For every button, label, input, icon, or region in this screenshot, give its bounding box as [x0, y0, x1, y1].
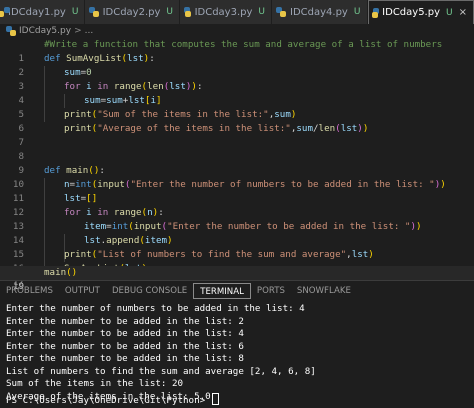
tab-ports[interactable]: PORTS [251, 283, 291, 299]
tab-idcday4[interactable]: IDCday4.py U [272, 0, 368, 24]
code-line: 3 sum=0 [0, 66, 474, 92]
editor-tab-bar: IDCday1.py U IDCday2.py U IDCday3.py U I… [0, 0, 474, 24]
untracked-badge: U [166, 7, 173, 17]
tab-debug-console[interactable]: DEBUG CONSOLE [106, 283, 193, 299]
code-line: 8 [0, 136, 474, 162]
terminal-line: Enter the number to be added in the list… [6, 353, 244, 364]
tab-snowflake[interactable]: SNOWFLAKE [291, 283, 357, 299]
code-line: 9 [0, 150, 474, 176]
untracked-badge: U [446, 7, 453, 18]
terminal-line: Enter the number to be added in the list… [6, 340, 244, 352]
code-line: 7 print("Average of the items in the lis… [0, 122, 474, 148]
terminal-line: Enter the number to be added in the list… [6, 328, 244, 339]
terminal-cursor [211, 393, 219, 405]
terminal-line: Enter the number of numbers to be added … [6, 303, 305, 314]
python-file-icon [184, 7, 191, 17]
tab-idcday2[interactable]: IDCday2.py U [85, 0, 180, 24]
tab-idcday3[interactable]: IDCday3.py U [180, 0, 272, 24]
untracked-badge: U [258, 7, 265, 17]
breadcrumb: IDCday5.py > ... [0, 24, 474, 38]
python-file-icon [6, 26, 16, 36]
tab-label: IDCday1.py [8, 6, 66, 18]
tab-idcday5[interactable]: IDCday5.py U × [368, 0, 474, 24]
breadcrumb-trail[interactable]: ... [85, 26, 94, 36]
tab-label: IDCday3.py [194, 6, 253, 18]
python-file-icon [89, 7, 99, 17]
tab-problems[interactable]: PROBLEMS [0, 283, 59, 299]
code-line: 12 lst=[] [0, 192, 474, 218]
comment: #Write a function that computes the sum … [44, 39, 443, 50]
untracked-badge: U [353, 7, 361, 17]
terminal-line: List of numbers to find the sum and aver… [6, 365, 316, 377]
code-editor[interactable]: 1 #Write a function that computes the su… [0, 38, 474, 288]
tab-output[interactable]: OUTPUT [59, 283, 106, 299]
python-file-icon [276, 7, 286, 17]
panel-tab-bar: PROBLEMS OUTPUT DEBUG CONSOLE TERMINAL P… [0, 281, 474, 301]
code-line: 10 def main(): [0, 164, 474, 190]
code-line: 15 lst.append(item) [0, 234, 474, 260]
code-line: 14 item=int(input("Enter the number to b… [0, 220, 474, 246]
terminal[interactable]: Enter the number of numbers to be added … [0, 303, 474, 407]
code-line: 4 for i in range(len(lst)): [0, 80, 474, 106]
terminal-line: Enter the number to be added in the list… [6, 315, 244, 327]
tab-label: IDCday5.py [382, 7, 441, 18]
untracked-badge: U [71, 7, 79, 17]
tab-idcday1[interactable]: IDCday1.py U [0, 0, 85, 24]
code-line: 13 for i in range(n): [0, 206, 474, 232]
breadcrumb-file[interactable]: IDCday5.py [19, 26, 71, 36]
terminal-prompt: PS C:\Users\Jay\OneDrive\Git\Python> [6, 395, 211, 406]
tab-label: IDCday4.py [290, 6, 348, 18]
code-line: 18 [0, 252, 474, 278]
terminal-prompt-line[interactable]: PS C:\Users\Jay\OneDrive\Git\Python> [6, 393, 219, 406]
tab-label: IDCday2.py [102, 6, 161, 18]
code-line: 5 sum=sum+lst[i] [0, 94, 474, 120]
python-file-icon [372, 7, 380, 18]
current-code-line: 19 main() [0, 266, 474, 292]
code-line: 1 #Write a function that computes the su… [0, 38, 474, 64]
close-icon[interactable]: × [459, 7, 467, 18]
code-line: 6 print("Sum of the items in the list:",… [0, 108, 474, 134]
code-line: 2 def SumAvgList(lst): [0, 52, 474, 78]
tab-terminal[interactable]: TERMINAL [193, 283, 251, 299]
code-line: 11 n=int(input("Enter the number of numb… [0, 178, 474, 204]
breadcrumb-separator: > [74, 26, 82, 36]
terminal-line: Sum of the items in the list: 20 [6, 378, 184, 389]
